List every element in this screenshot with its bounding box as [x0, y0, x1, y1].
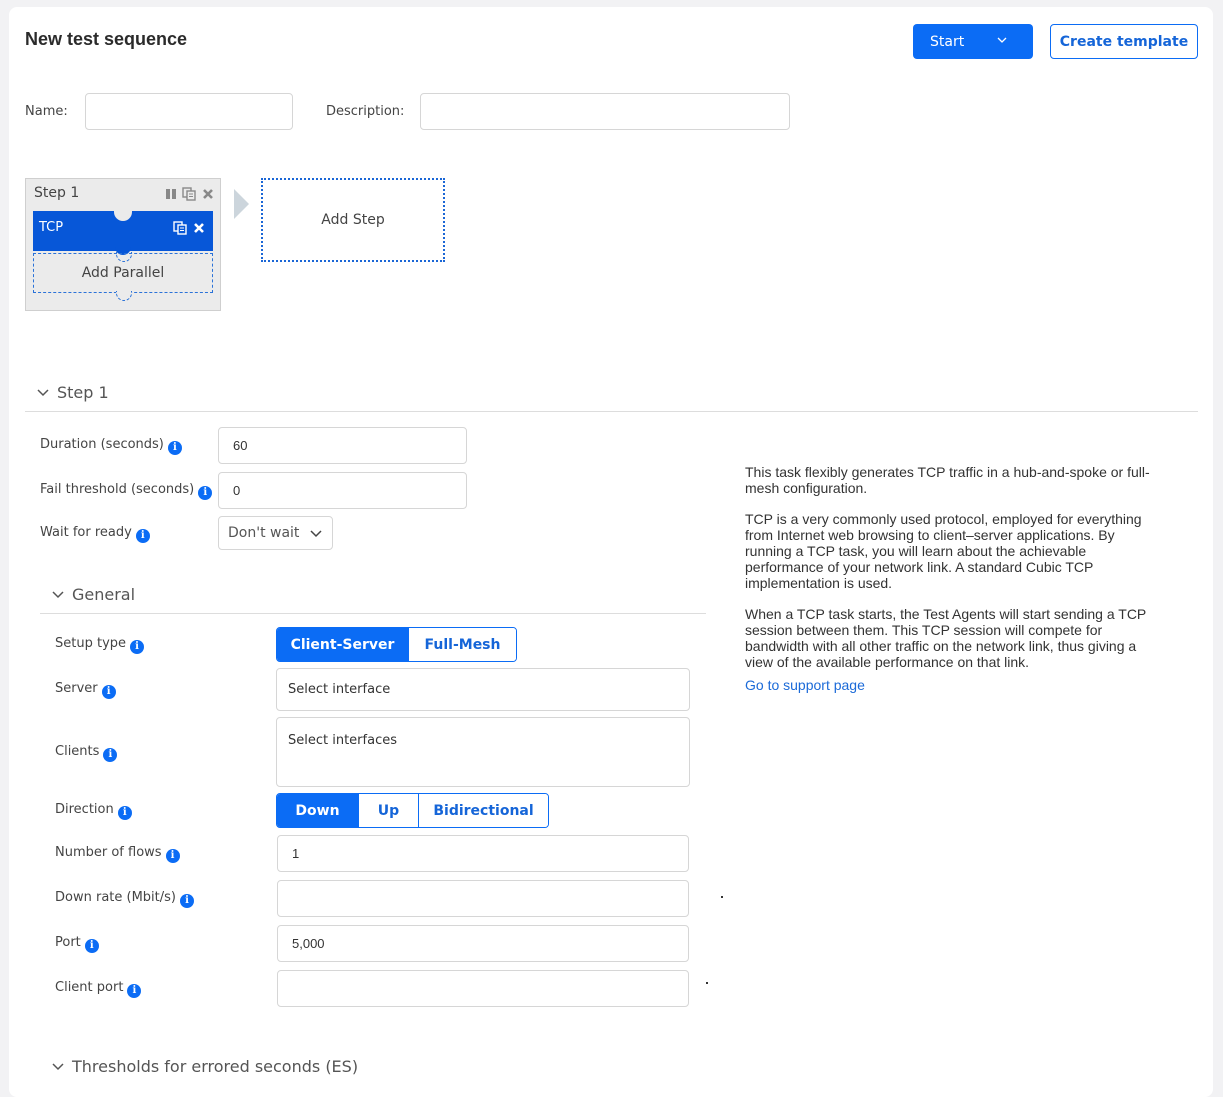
info-icon[interactable]: i	[165, 849, 180, 863]
setup-type-label-text: Setup type	[55, 636, 127, 651]
wait-for-ready-value: Don't wait	[228, 525, 300, 541]
stray-dot	[721, 896, 723, 898]
info-icon[interactable]: i	[117, 806, 132, 820]
info-icon[interactable]: i	[103, 748, 118, 762]
server-label: Server i	[55, 681, 116, 699]
wait-for-ready-label-text: Wait for ready	[40, 525, 132, 540]
step-section-toggle[interactable]: Step 1	[37, 383, 109, 402]
direction-up[interactable]: Up	[358, 794, 418, 827]
client-port-input[interactable]	[277, 970, 689, 1007]
description-paragraph: This task flexibly generates TCP traffic…	[745, 464, 1150, 496]
description-paragraph: When a TCP task starts, the Test Agents …	[745, 606, 1147, 670]
port-label-text: Port	[55, 935, 81, 950]
task-actions	[173, 221, 205, 235]
chevron-down-icon	[52, 590, 64, 598]
info-icon[interactable]: i	[101, 685, 116, 699]
info-icon[interactable]: i	[84, 939, 99, 953]
section-divider	[25, 411, 1198, 412]
task-label: TCP	[39, 220, 64, 235]
pause-icon[interactable]	[165, 188, 177, 200]
port-label: Port i	[55, 935, 99, 953]
info-icon[interactable]: i	[130, 640, 145, 654]
flows-label-text: Number of flows	[55, 845, 162, 860]
general-section-toggle[interactable]: General	[52, 585, 135, 604]
connector-notch	[116, 291, 132, 301]
add-step-button[interactable]: Add Step	[261, 178, 445, 262]
setup-type-client-server[interactable]: Client-Server	[277, 628, 408, 661]
support-page-link[interactable]: Go to support page	[745, 677, 1155, 693]
clients-label-text: Clients	[55, 744, 100, 759]
start-label: Start	[930, 33, 965, 50]
flows-label: Number of flows i	[55, 845, 180, 863]
description-paragraph: TCP is a very commonly used protocol, em…	[745, 511, 1142, 591]
task-block-tcp[interactable]: TCP	[33, 209, 213, 255]
flows-input[interactable]	[277, 835, 689, 872]
name-input[interactable]	[85, 93, 293, 130]
client-port-label: Client port i	[55, 980, 142, 998]
down-rate-input[interactable]	[277, 880, 689, 917]
direction-bidirectional[interactable]: Bidirectional	[418, 794, 548, 827]
client-port-label-text: Client port	[55, 980, 124, 995]
wait-for-ready-select[interactable]: Don't wait	[218, 516, 333, 550]
direction-label-text: Direction	[55, 802, 114, 817]
description-input[interactable]	[420, 93, 790, 130]
fail-threshold-label: Fail threshold (seconds) i	[40, 482, 213, 500]
setup-type-toggle: Client-Server Full-Mesh	[276, 627, 517, 662]
chevron-down-icon	[37, 388, 49, 396]
create-template-button[interactable]: Create template	[1050, 24, 1198, 59]
step-arrow-icon	[234, 189, 249, 219]
thresholds-section-heading: Thresholds for errored seconds (ES)	[72, 1057, 359, 1076]
port-input[interactable]	[277, 925, 689, 962]
info-icon[interactable]: i	[135, 529, 150, 543]
page-title: New test sequence	[25, 29, 188, 49]
connector-notch	[114, 209, 132, 221]
clients-select[interactable]: Select interfaces	[276, 717, 690, 787]
clients-placeholder: Select interfaces	[288, 733, 397, 748]
copy-icon[interactable]	[182, 187, 197, 201]
step-block[interactable]: Step 1 TCP Add Parallel	[25, 178, 221, 311]
info-icon[interactable]: i	[179, 894, 194, 908]
wait-for-ready-label: Wait for ready i	[40, 525, 150, 543]
server-placeholder: Select interface	[288, 682, 391, 697]
info-icon[interactable]: i	[167, 441, 182, 455]
down-rate-label-text: Down rate (Mbit/s)	[55, 890, 176, 905]
copy-icon[interactable]	[173, 221, 188, 235]
info-icon[interactable]: i	[127, 984, 142, 998]
direction-toggle: Down Up Bidirectional	[276, 793, 549, 828]
down-rate-label: Down rate (Mbit/s) i	[55, 890, 194, 908]
chevron-down-icon	[52, 1062, 64, 1070]
setup-type-label: Setup type i	[55, 636, 145, 654]
test-sequence-card: New test sequence Start Create template …	[9, 7, 1213, 1097]
fail-threshold-input[interactable]	[218, 472, 467, 509]
chevron-down-icon	[310, 530, 322, 538]
thresholds-section-toggle[interactable]: Thresholds for errored seconds (ES)	[52, 1057, 358, 1076]
step-actions	[165, 187, 214, 201]
duration-label-text: Duration (seconds)	[40, 437, 164, 452]
step-section-heading: Step 1	[57, 383, 109, 402]
clients-label: Clients i	[55, 744, 118, 762]
server-label-text: Server	[55, 681, 98, 696]
stray-dot	[706, 982, 708, 984]
fail-threshold-label-text: Fail threshold (seconds)	[40, 482, 195, 497]
info-icon[interactable]: i	[198, 486, 213, 500]
duration-input[interactable]	[218, 427, 467, 464]
step-title: Step 1	[34, 185, 80, 201]
add-parallel-label: Add Parallel	[81, 265, 165, 281]
name-label: Name:	[25, 104, 68, 119]
close-icon[interactable]	[193, 222, 205, 234]
server-select[interactable]: Select interface	[276, 668, 690, 711]
close-icon[interactable]	[202, 188, 214, 200]
duration-label: Duration (seconds) i	[40, 437, 182, 455]
connector-notch	[116, 252, 132, 262]
chevron-down-icon	[997, 37, 1007, 43]
section-divider	[40, 613, 706, 614]
start-button[interactable]: Start	[913, 24, 1033, 59]
direction-label: Direction i	[55, 802, 132, 820]
task-description: This task flexibly generates TCP traffic…	[745, 464, 1155, 693]
direction-down[interactable]: Down	[277, 794, 358, 827]
setup-type-full-mesh[interactable]: Full-Mesh	[408, 628, 516, 661]
description-label: Description:	[326, 104, 405, 119]
general-section-heading: General	[72, 585, 136, 604]
add-parallel-button[interactable]: Add Parallel	[33, 252, 213, 301]
